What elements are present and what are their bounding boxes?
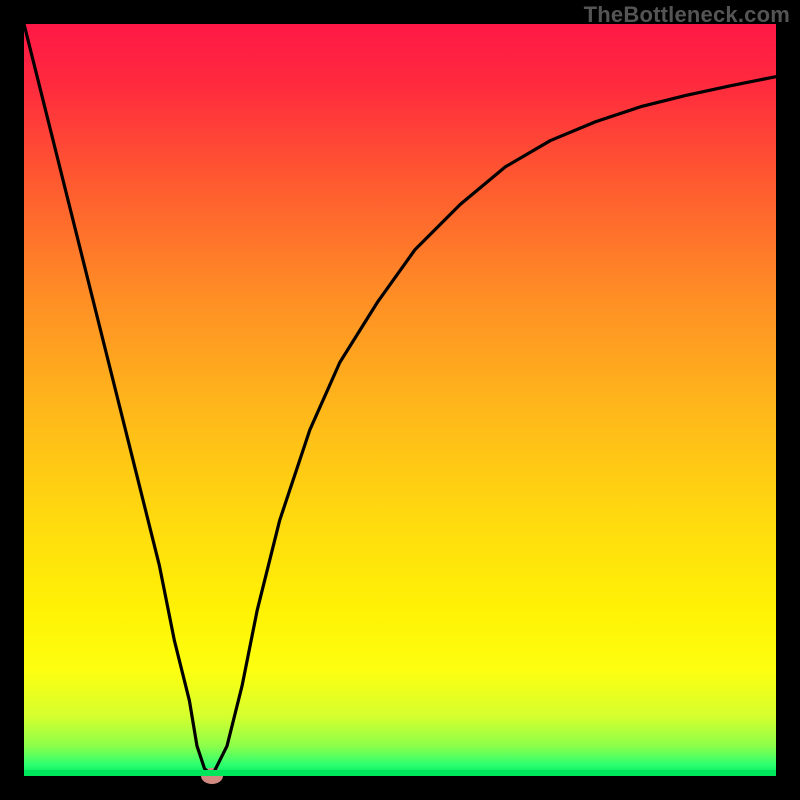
bottom-strip — [24, 770, 776, 776]
curve-svg — [24, 24, 776, 776]
plot-area — [24, 24, 776, 776]
curve-path — [24, 24, 776, 776]
chart-frame: TheBottleneck.com — [0, 0, 800, 800]
